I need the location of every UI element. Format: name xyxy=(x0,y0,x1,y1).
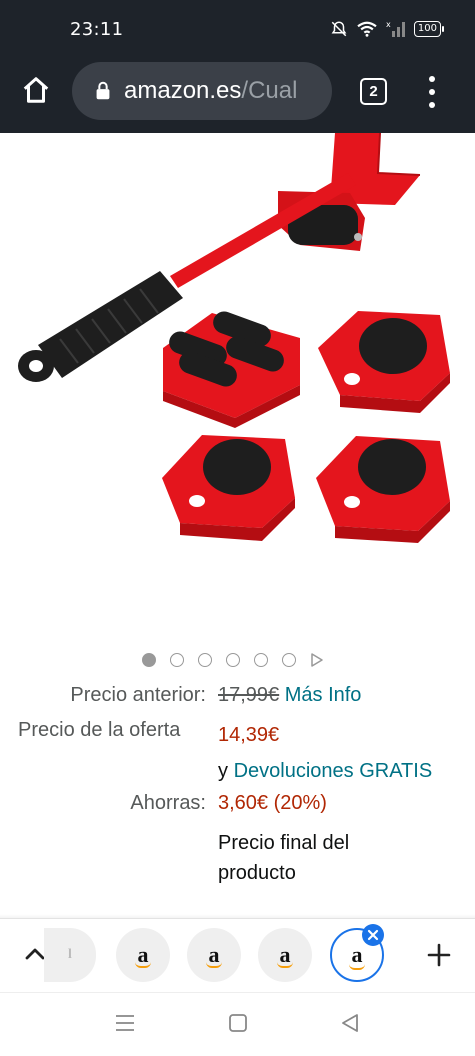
more-vert-icon[interactable] xyxy=(420,76,444,108)
home-icon xyxy=(23,77,49,103)
browser-chrome: 23:11 x 100 amazon.es/Cual 2 xyxy=(0,0,475,133)
tab-thumbnail-amazon[interactable]: a xyxy=(258,928,312,982)
wifi-icon xyxy=(357,21,377,37)
carousel-dot[interactable] xyxy=(226,653,240,667)
wheel-slider xyxy=(163,311,300,428)
svg-text:x: x xyxy=(386,20,391,29)
battery-icon: 100 xyxy=(413,21,445,37)
carousel-dot[interactable] xyxy=(142,653,156,667)
home-nav-icon[interactable] xyxy=(228,1013,248,1033)
url-path: /Cual xyxy=(241,77,298,104)
url-domain: amazon.es xyxy=(124,77,242,104)
play-video-icon[interactable] xyxy=(310,653,324,667)
previous-price-label: Precio anterior: xyxy=(70,684,206,706)
product-image[interactable] xyxy=(0,133,475,638)
url-text: amazon.es/Cual xyxy=(124,77,297,105)
returns-prefix: y xyxy=(218,760,228,782)
home-button[interactable] xyxy=(18,72,54,108)
savings-value: 3,60€ (20%) xyxy=(218,792,327,814)
carousel-dot[interactable] xyxy=(198,653,212,667)
carousel-dot[interactable] xyxy=(170,653,184,667)
recent-apps-icon[interactable] xyxy=(114,1013,136,1033)
tab-switcher-button[interactable]: 2 xyxy=(360,78,387,105)
savings-label: Ahorras: xyxy=(130,792,206,814)
bell-off-icon xyxy=(331,21,347,37)
status-time: 23:11 xyxy=(70,19,124,40)
tab-thumbnail-amazon[interactable]: a xyxy=(116,928,170,982)
carousel-dot[interactable] xyxy=(282,653,296,667)
tab-thumbnail-partial[interactable]: l xyxy=(44,928,96,982)
previous-price-value: 17,99€ xyxy=(218,684,280,706)
signal-icon: x xyxy=(386,20,405,37)
offer-price-value: 14,39€ xyxy=(218,724,280,746)
lock-icon xyxy=(96,81,110,100)
close-tab-icon[interactable] xyxy=(362,924,384,946)
previous-price-value-row: 17,99€ Más Info xyxy=(218,684,361,707)
image-carousel-dots[interactable] xyxy=(142,653,324,667)
status-icons: x 100 xyxy=(330,20,445,38)
new-tab-plus-icon[interactable] xyxy=(426,942,452,968)
tab-thumbnail-amazon[interactable]: a xyxy=(187,928,241,982)
final-price-note-line2: producto xyxy=(218,862,296,884)
final-price-note-line1: Precio final del xyxy=(218,832,350,854)
returns-row: y Devoluciones GRATIS xyxy=(218,760,432,783)
free-returns-link[interactable]: Devoluciones GRATIS xyxy=(234,760,433,782)
back-nav-icon[interactable] xyxy=(340,1013,360,1033)
more-info-link[interactable]: Más Info xyxy=(285,684,362,706)
final-price-note: Precio final del producto xyxy=(218,828,349,888)
carousel-dot[interactable] xyxy=(254,653,268,667)
offer-price-label: Precio de la oferta xyxy=(18,719,181,741)
url-bar[interactable]: amazon.es/Cual xyxy=(72,62,332,120)
